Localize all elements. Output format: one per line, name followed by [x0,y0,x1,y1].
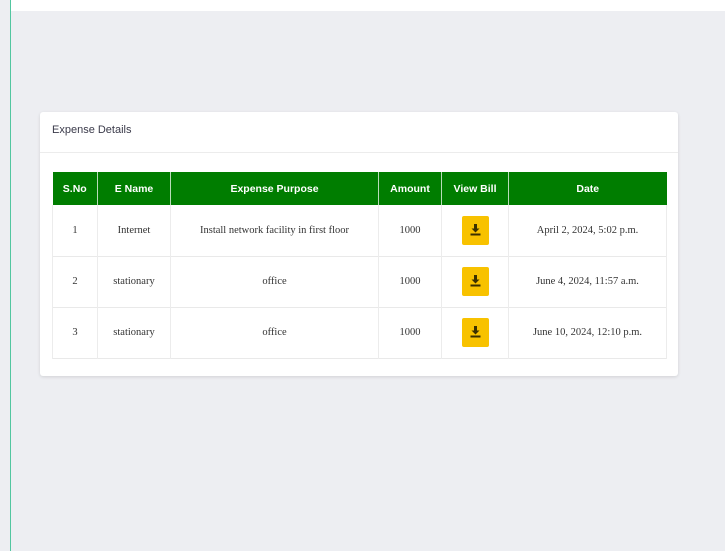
header-amount: Amount [378,172,442,205]
expense-table: S.No E Name Expense Purpose Amount View … [52,172,667,359]
cell-view-bill [441,307,509,358]
download-icon [470,326,480,338]
view-bill-button[interactable] [461,318,489,347]
sidebar-edge [10,0,11,551]
top-bar [11,0,725,11]
cell-sno: 2 [52,256,98,307]
cell-view-bill [441,205,509,256]
table-row: 2 stationary office 1000 June 4, 2024, 1… [52,256,667,307]
cell-purpose: Install network facility in first floor [170,205,379,256]
cell-purpose: office [170,256,379,307]
table-row: 3 stationary office 1000 June 10, 2024, … [52,307,667,358]
header-sno: S.No [62,182,87,195]
header-expense-purpose: Expense Purpose [170,172,379,205]
cell-view-bill [441,256,509,307]
view-bill-button[interactable] [461,215,489,245]
cell-amount: 1000 [378,256,442,307]
cell-purpose: office [170,307,379,358]
cell-ename: stationary [97,307,171,358]
download-icon [470,223,480,236]
cell-date: June 4, 2024, 11:57 a.m. [508,256,667,307]
view-bill-button[interactable] [461,267,489,296]
cell-ename: Internet [97,205,171,256]
cell-amount: 1000 [378,307,442,358]
cell-date: June 10, 2024, 12:10 p.m. [508,307,667,358]
expense-details-card: Expense Details S.No E Name Expense Purp… [40,112,678,376]
table-header-row: S.No E Name Expense Purpose Amount View … [52,172,667,205]
header-view-bill: View Bill [441,172,509,205]
cell-ename: stationary [97,256,171,307]
header-date: Date [508,172,667,205]
header-ename: E Name [97,172,171,205]
table-row: 1 Internet Install network facility in f… [52,205,667,256]
card-title: Expense Details [52,124,132,136]
download-icon [470,275,480,287]
card-divider [40,152,678,153]
cell-sno: 3 [52,307,98,358]
cell-date: April 2, 2024, 5:02 p.m. [508,205,667,256]
cell-amount: 1000 [378,205,442,256]
cell-sno: 1 [52,205,98,256]
